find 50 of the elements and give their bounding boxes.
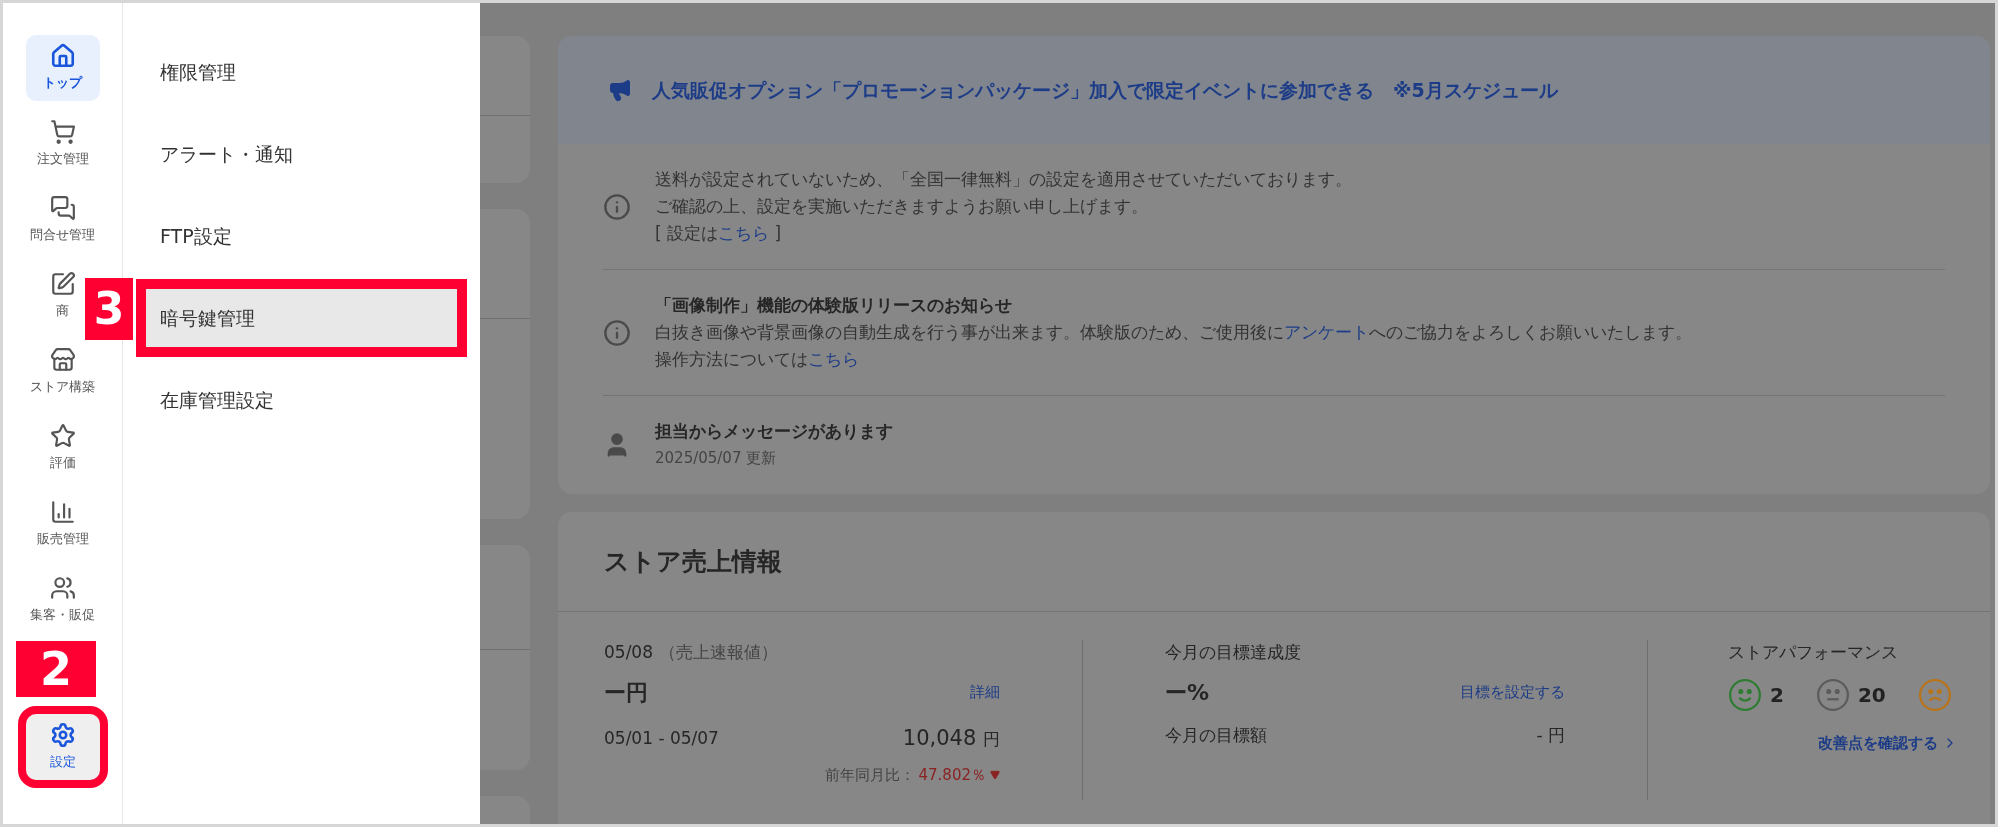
sidebar-item[interactable]: 問合せ管理 xyxy=(28,187,97,253)
notice-title: 「画像制作」機能の体験版リリースのお知らせ xyxy=(655,294,1013,317)
sidebar-item[interactable]: 集客・販促 xyxy=(28,567,97,633)
info-icon xyxy=(603,318,631,347)
notice-title: 担当からメッセージがあります xyxy=(655,420,893,443)
sidebar-item[interactable]: ストア構築 xyxy=(28,339,97,405)
sidebar-item[interactable]: 評価 xyxy=(47,415,78,481)
notice-text: 操作方法についてはこちら xyxy=(655,348,860,371)
home-icon xyxy=(49,43,76,70)
step-badge: 2 xyxy=(16,641,96,697)
compare-value: 47.802％ xyxy=(918,765,986,786)
compare-label: 前年同月比： xyxy=(824,765,915,786)
count-text: 2 xyxy=(1770,681,1784,709)
count-text: 20 xyxy=(1857,681,1886,709)
bar-chart-icon xyxy=(49,499,76,526)
edit-icon xyxy=(49,271,76,298)
notice-text: [ 設定はこちら ] xyxy=(655,222,783,245)
sales-value: ー円 xyxy=(604,678,648,707)
submenu-item[interactable]: 権限管理 xyxy=(146,43,457,101)
range-text: 05/01 - 05/07 xyxy=(604,726,719,750)
goal-amount: - 円 xyxy=(1536,723,1565,747)
cart-icon xyxy=(49,119,76,146)
goal-title: 今月の目標達成度 xyxy=(1165,641,1302,664)
chat-icon xyxy=(49,195,76,222)
megaphone-icon xyxy=(608,78,632,102)
card-title: ストア売上情報 xyxy=(558,512,1990,612)
sidebar-item[interactable]: 商 xyxy=(47,263,78,329)
notice-text: 送料が設定されていないため、「全国一律無料」の設定を適用させていただいております。 xyxy=(655,168,1352,191)
sidebar-item[interactable]: 販売管理 xyxy=(34,491,91,557)
performance-title: ストアパフォーマンス xyxy=(1728,641,1899,664)
down-triangle-icon xyxy=(990,770,1000,781)
sidebar-item[interactable]: トップ xyxy=(25,35,100,101)
date-text: 05/08 xyxy=(604,641,653,664)
store-icon xyxy=(49,347,76,374)
notice-text: ご確認の上、設定を実施いただきますようお願い申し上げます。 xyxy=(655,195,1149,218)
note-text: （売上速報値） xyxy=(659,641,778,664)
notice-text: 白抜き画像や背景画像の自動生成を行う事が出来ます。体験版のため、ご使用後にアンケート へのご協力をよろしくお願いいたします。 xyxy=(655,321,1692,344)
step-badge: 3 xyxy=(85,278,133,340)
sidebar-item[interactable]: 注文管理 xyxy=(34,111,91,177)
people-icon xyxy=(49,575,76,602)
submenu-item[interactable]: FTP設定 xyxy=(146,207,457,265)
submenu-item[interactable]: アラート・通知 xyxy=(146,125,457,183)
goal-value: ー% xyxy=(1165,678,1210,707)
date-text: 2025/05/07 更新 xyxy=(655,448,778,469)
amount-text: 10,048 円 xyxy=(902,724,1000,752)
settings-icon xyxy=(49,722,76,749)
submenu-item[interactable]: 在庫管理設定 xyxy=(146,371,457,429)
star-icon xyxy=(49,423,76,450)
info-icon xyxy=(603,192,631,221)
goal-amount-label: 今月の目標額 xyxy=(1165,723,1267,747)
